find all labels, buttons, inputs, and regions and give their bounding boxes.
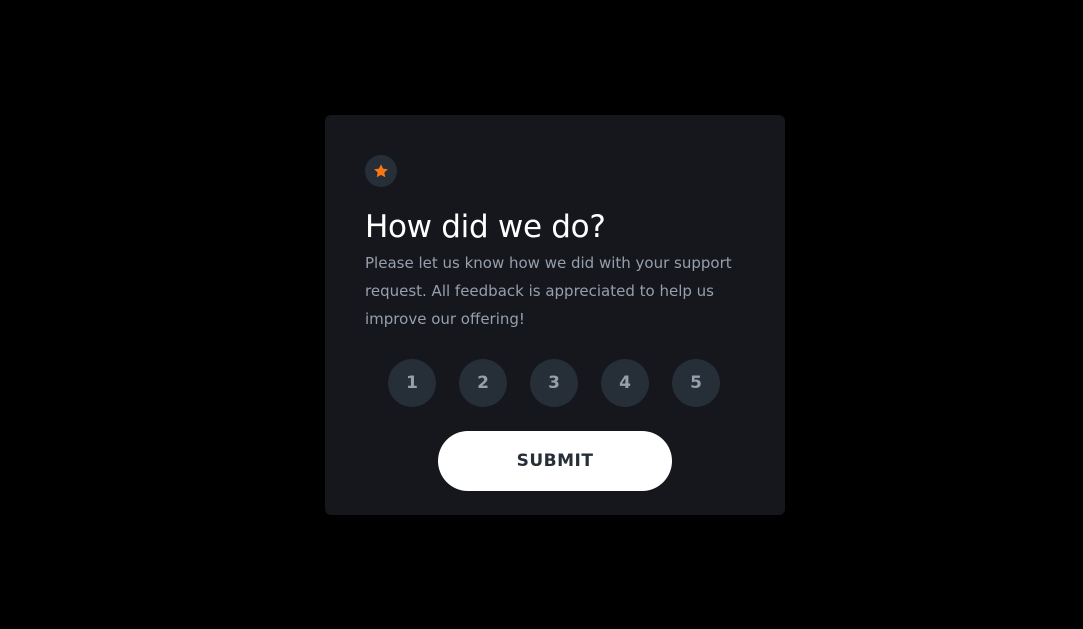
rating-option-4[interactable]: 4	[601, 359, 649, 407]
rating-option-2[interactable]: 2	[459, 359, 507, 407]
star-icon	[365, 155, 397, 187]
rating-options: 1 2 3 4 5	[388, 359, 720, 407]
card-description: Please let us know how we did with your …	[365, 254, 732, 328]
rating-option-5[interactable]: 5	[672, 359, 720, 407]
rating-option-3[interactable]: 3	[530, 359, 578, 407]
rating-option-1[interactable]: 1	[388, 359, 436, 407]
submit-button[interactable]: SUBMIT	[438, 431, 672, 491]
rating-card: How did we do? Please let us know how we…	[325, 115, 785, 515]
card-title: How did we do?	[365, 209, 606, 245]
